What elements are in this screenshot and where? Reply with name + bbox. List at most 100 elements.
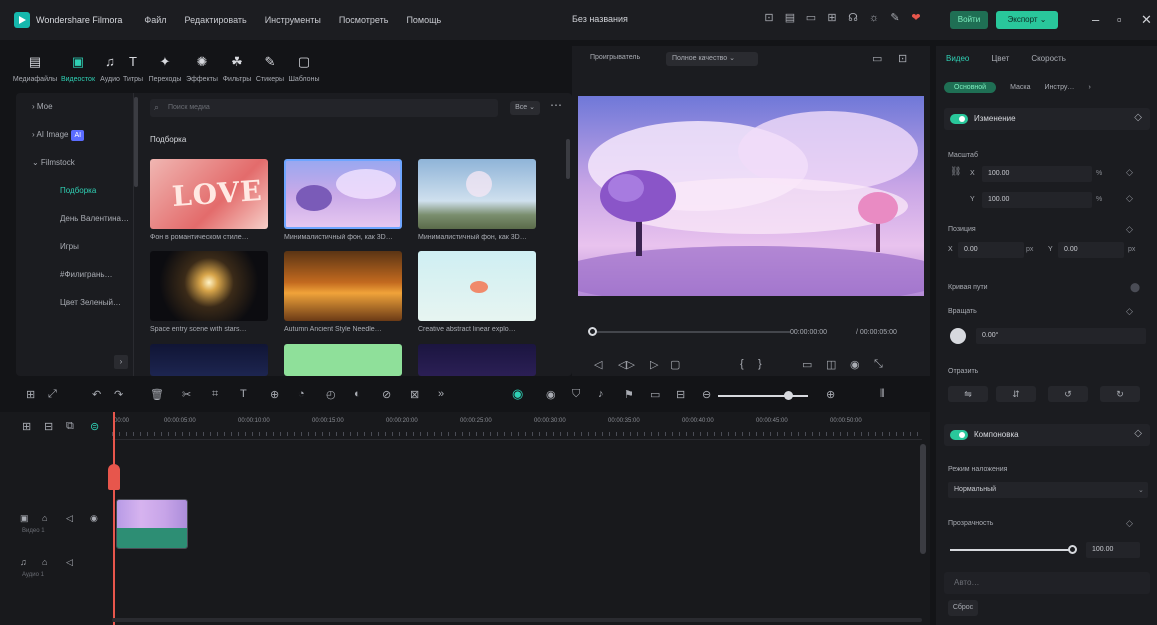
rotate-right-button[interactable]: ↻ <box>1100 386 1140 402</box>
scrubber-handle[interactable] <box>588 327 597 336</box>
sidebar-item-filigree[interactable]: #Филигрань… <box>16 261 133 289</box>
sidebar-item-featured[interactable]: Подборка <box>16 177 133 205</box>
tab-color[interactable]: Цвет <box>991 54 1009 63</box>
lock-icon[interactable]: ⌂ <box>42 513 47 523</box>
stock-thumb-galaxy[interactable] <box>418 344 536 376</box>
mic-icon[interactable]: ♪ <box>598 388 604 400</box>
transform-section[interactable]: Изменение ◇ <box>944 108 1150 130</box>
tab-video[interactable]: Видео <box>946 54 969 63</box>
collapse-sidebar-icon[interactable]: › <box>114 355 128 369</box>
tool-media[interactable]: ▤ Медиафайлы <box>13 46 57 83</box>
timeline-vscroll[interactable] <box>920 444 926 554</box>
eye-icon[interactable]: ◉ <box>90 513 98 524</box>
audio-icon[interactable]: ◁ <box>66 513 73 524</box>
minimize-icon[interactable]: – <box>1092 12 1099 27</box>
tool-effects[interactable]: ✺ Эффекты <box>184 46 220 83</box>
tool-filters[interactable]: ☘ Фильтры <box>220 46 254 83</box>
timeline-ruler[interactable]: 00:00 00:00:05:00 00:00:10:00 00:00:15:0… <box>112 412 922 440</box>
stock-thumb-abstract[interactable] <box>418 251 536 321</box>
video-clip[interactable] <box>116 499 188 549</box>
keyframe-icon[interactable]: ◇ <box>1126 224 1133 235</box>
link-icon[interactable]: ⛓ <box>950 166 961 177</box>
split-view-icon[interactable]: ◫ <box>826 358 836 371</box>
stock-thumb-space[interactable] <box>150 251 268 321</box>
subtab-mask[interactable]: Маска <box>1010 84 1030 91</box>
sidebar-item-ai-image[interactable]: › AI Image AI <box>16 121 133 149</box>
layout-icon[interactable]: ⊞ <box>26 388 35 401</box>
keyframe-icon[interactable]: ◇ <box>1126 193 1133 204</box>
login-button[interactable]: Войти <box>950 11 988 29</box>
play-icon[interactable]: ▷ <box>650 358 658 371</box>
link-icon[interactable]: ⧉ <box>66 420 74 433</box>
rotate-input[interactable]: 0.00° <box>976 328 1146 344</box>
reset-button[interactable]: Сброс <box>948 600 978 616</box>
compositing-toggle[interactable] <box>950 430 968 440</box>
keyframe-icon[interactable]: ◇ <box>1134 428 1142 439</box>
zoom-slider[interactable] <box>718 395 808 397</box>
stock-thumb-autumn[interactable] <box>284 251 402 321</box>
columns-icon[interactable]: ⫴ <box>880 388 885 401</box>
filter-dropdown[interactable]: Все ⌄ <box>510 101 540 115</box>
crop-icon[interactable]: ⤡ <box>874 358 883 371</box>
save-icon[interactable]: ▤ <box>783 11 797 25</box>
zoom-in-icon[interactable]: ⊕ <box>826 388 835 401</box>
flip-horizontal-button[interactable]: ⇋ <box>948 386 988 402</box>
tool-titles[interactable]: T Титры <box>120 46 146 83</box>
stock-thumb-minimal-pink[interactable] <box>284 159 402 229</box>
color-icon[interactable]: ◐ <box>354 388 361 400</box>
mark-in-icon[interactable]: { <box>740 358 744 370</box>
zoom-slider-handle[interactable] <box>784 391 793 400</box>
tab-speed[interactable]: Скорость <box>1031 54 1066 63</box>
menu-view[interactable]: Посмотреть <box>339 15 389 25</box>
snapshot-icon[interactable]: ▭ <box>872 52 882 65</box>
magnet-icon[interactable]: ⊜ <box>90 420 99 433</box>
timer-icon[interactable]: ◴ <box>326 388 336 401</box>
track-manage-icon[interactable]: ⊟ <box>44 420 53 433</box>
lock-icon[interactable]: ⌂ <box>42 557 47 567</box>
keyframe-icon[interactable]: ◇ <box>1134 112 1142 123</box>
subtab-basic[interactable]: Основной <box>944 82 997 93</box>
subtab-tools[interactable]: Инстру… <box>1045 84 1075 91</box>
keyframe-icon[interactable]: ◇ <box>1126 167 1133 178</box>
sidebar-scrollbar[interactable] <box>134 97 138 187</box>
record-icon[interactable]: ◉ <box>546 388 556 401</box>
tool-transitions[interactable]: ✦ Переходы <box>146 46 184 83</box>
opacity-slider-handle[interactable] <box>1068 545 1077 554</box>
sidebar-item-filmstock[interactable]: ⌄ Filmstock <box>16 149 133 177</box>
search-input[interactable]: Поиск медиа <box>150 99 498 117</box>
grid-icon[interactable]: ⊞ <box>825 11 839 25</box>
rotate-dial[interactable] <box>950 328 966 344</box>
rotate-left-button[interactable]: ↺ <box>1048 386 1088 402</box>
stop-icon[interactable]: ▢ <box>670 358 680 371</box>
chevron-right-icon[interactable]: › <box>1088 84 1090 91</box>
playhead[interactable] <box>113 412 115 625</box>
scrubber-track[interactable] <box>590 331 790 333</box>
keyframe-icon[interactable]: ◇ <box>1126 518 1133 529</box>
stock-thumb-night[interactable] <box>150 344 268 376</box>
tool-audio[interactable]: ♫ Аудио <box>100 46 120 83</box>
video-preview[interactable] <box>578 96 924 296</box>
shield-icon[interactable]: ⛉ <box>572 388 580 401</box>
adjust-icon[interactable]: ⊘ <box>382 388 391 401</box>
select-icon[interactable]: ⤢ <box>48 388 57 401</box>
mask-icon[interactable]: ⊠ <box>410 388 419 401</box>
crop-icon[interactable]: ⌗ <box>212 388 218 401</box>
screen-icon[interactable]: ▭ <box>804 11 818 25</box>
auto-section[interactable]: Авто… <box>944 572 1150 594</box>
keyframe-icon[interactable]: ◇ <box>1126 306 1133 317</box>
sidebar-item-games[interactable]: Игры <box>16 233 133 261</box>
more-icon[interactable]: » <box>438 388 444 400</box>
library-scrollbar[interactable] <box>566 139 570 179</box>
snapshot-icon[interactable]: ⊟ <box>676 388 685 401</box>
ai-feature-icon[interactable]: ◉ <box>512 386 523 402</box>
text-icon[interactable]: T <box>240 388 247 400</box>
zoom-region-icon[interactable]: ⊕ <box>270 388 279 401</box>
mark-out-icon[interactable]: } <box>758 358 762 370</box>
delete-icon[interactable]: 🗑 <box>150 388 164 401</box>
scale-x-input[interactable]: 100.00 <box>982 166 1092 182</box>
display-icon[interactable]: ▭ <box>802 358 812 371</box>
sidebar-item-valentine[interactable]: День Валентина… <box>16 205 133 233</box>
marker-icon[interactable]: ⚑ <box>624 388 634 401</box>
undo-icon[interactable]: ↶ <box>92 388 101 401</box>
fullscreen-icon[interactable]: ⊡ <box>898 52 907 65</box>
